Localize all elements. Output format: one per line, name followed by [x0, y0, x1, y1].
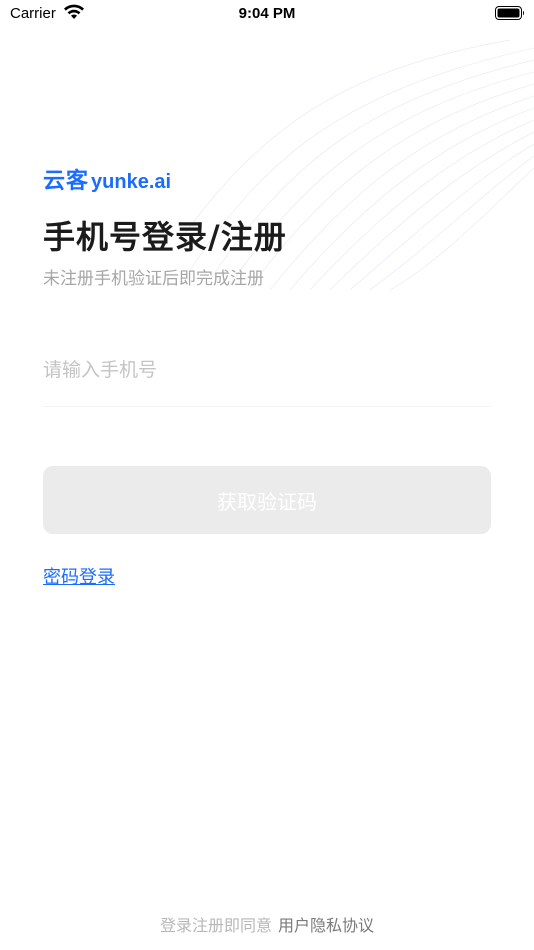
battery-icon — [495, 6, 524, 20]
privacy-agreement-link[interactable]: 用户隐私协议 — [278, 916, 374, 935]
logo-cn-text: 云客 — [43, 169, 90, 194]
agreement-prefix: 登录注册即同意 — [159, 916, 272, 935]
status-bar: Carrier 9:04 PM — [0, 0, 534, 28]
get-code-button[interactable]: 获取验证码 — [43, 466, 491, 534]
input-divider — [43, 406, 491, 407]
password-login-link[interactable]: 密码登录 — [43, 563, 115, 589]
agreement-notice: 登录注册即同意 用户隐私协议 — [0, 912, 534, 936]
page-title: 手机号登录/注册 — [43, 218, 287, 256]
page-subtitle: 未注册手机验证后即完成注册 — [43, 269, 264, 289]
phone-input[interactable] — [43, 346, 491, 394]
clock: 9:04 PM — [238, 5, 296, 22]
logo-en-text: yunke.ai — [91, 171, 172, 193]
brand-logo: 云客 yunke.ai — [43, 163, 172, 194]
